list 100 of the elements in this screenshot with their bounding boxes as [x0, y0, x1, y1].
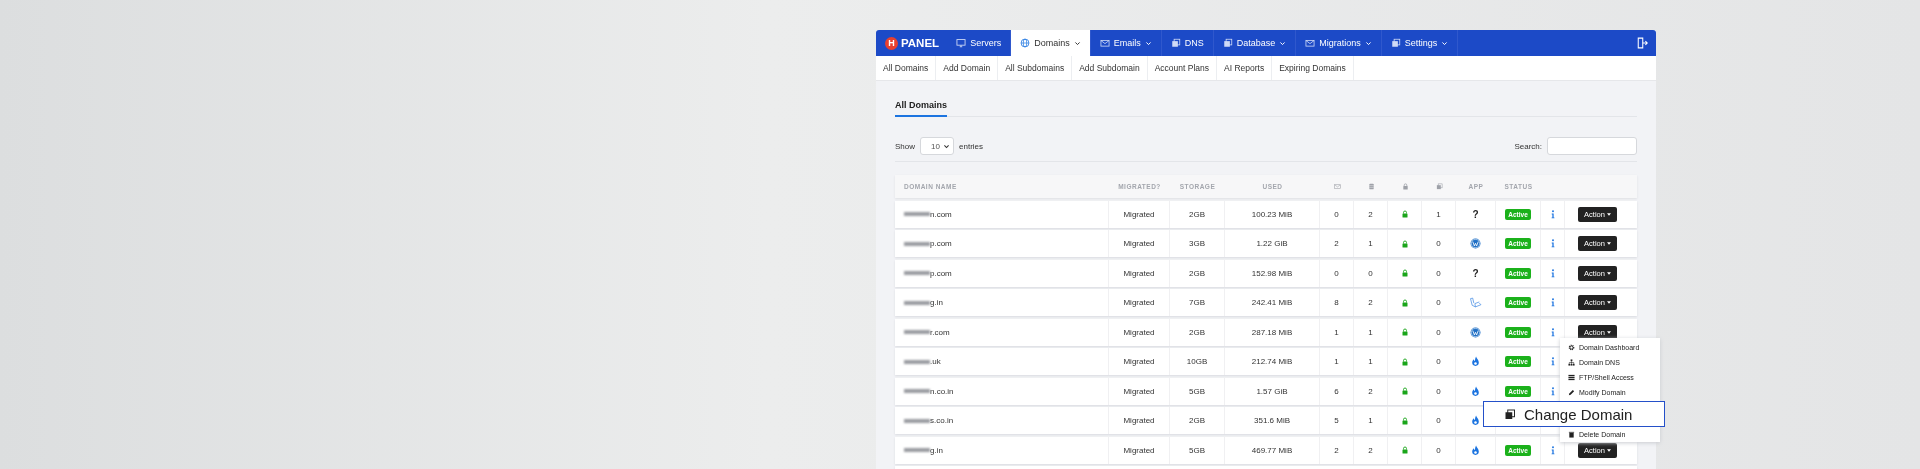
- table-cell: 1: [1368, 357, 1373, 366]
- info-icon[interactable]: [1550, 209, 1555, 219]
- table-cell: 351.6 MiB: [1254, 416, 1290, 425]
- domain-name: p.com: [930, 239, 952, 248]
- domain-name: r.com: [930, 327, 950, 337]
- entries-select[interactable]: 10: [920, 137, 954, 155]
- domain-name: .uk: [930, 357, 941, 366]
- lock-icon: [1401, 183, 1409, 190]
- subnav-link[interactable]: Add Domain: [936, 56, 999, 80]
- blurred-text: [904, 241, 930, 246]
- laravel-icon: [1468, 297, 1483, 308]
- globe-icon: [1020, 38, 1031, 48]
- table-cell: Migrated: [1123, 357, 1155, 366]
- table-cell: 0: [1368, 268, 1373, 278]
- trash-icon: [1568, 431, 1575, 438]
- table-cell: 1.57 GiB: [1256, 386, 1288, 396]
- monitor-icon: [956, 38, 967, 48]
- caret-icon: [1441, 39, 1449, 47]
- table-cell: 0: [1436, 416, 1441, 425]
- domain-name: g.in: [930, 298, 943, 307]
- stack-icon: [1170, 38, 1181, 48]
- info-icon[interactable]: [1550, 239, 1555, 248]
- table-cell: 469.77 MiB: [1251, 445, 1293, 455]
- database-icon: [1367, 183, 1375, 190]
- table-cell: 0: [1334, 209, 1339, 219]
- blurred-text: [904, 212, 930, 216]
- table-cell: Migrated: [1123, 416, 1155, 425]
- blurred-text: [904, 389, 930, 393]
- table-cell: 2: [1368, 298, 1373, 307]
- subnav-link[interactable]: Add Subdomain: [1072, 56, 1148, 80]
- flame-icon: [1470, 415, 1481, 426]
- table-cell: 0: [1436, 327, 1441, 337]
- caret-icon: [1279, 39, 1287, 47]
- table-cell: 0: [1436, 298, 1441, 307]
- table-cell: 2GB: [1189, 416, 1205, 425]
- table-cell: 0: [1436, 386, 1441, 396]
- table-cell: 0: [1436, 268, 1441, 278]
- table-cell: 2: [1334, 445, 1339, 455]
- entries-label: entries: [959, 141, 984, 151]
- nav-tab[interactable]: Domains: [1011, 30, 1091, 56]
- stack-icon: [1504, 407, 1516, 421]
- pencil-icon: [1568, 389, 1575, 396]
- table-cell: 0: [1436, 357, 1441, 366]
- sitemap-icon: [1568, 359, 1575, 366]
- subnav-link[interactable]: All Subdomains: [998, 56, 1073, 80]
- table-cell: 8: [1334, 298, 1339, 307]
- app-unknown-mark: ?: [1472, 208, 1479, 220]
- gear-icon: [1568, 344, 1575, 351]
- magnified-item-tooltip[interactable]: Change Domain: [1483, 401, 1665, 427]
- table-cell: 5GB: [1189, 445, 1205, 455]
- stack-icon: [1390, 38, 1401, 48]
- flame-icon: [1470, 356, 1481, 367]
- caret-icon: [1606, 242, 1611, 245]
- table-cell: Migrated: [1123, 209, 1155, 219]
- table-cell: 10GB: [1186, 357, 1208, 366]
- table-cell: 242.41 MiB: [1251, 298, 1293, 307]
- table-cell: 2GB: [1189, 268, 1205, 278]
- subnav-link[interactable]: Account Plans: [1147, 56, 1218, 80]
- caret-icon: [943, 142, 950, 150]
- table-cell: 2: [1368, 386, 1373, 396]
- table-cell: 1: [1334, 357, 1339, 366]
- table-cell: Migrated: [1123, 268, 1155, 278]
- info-icon[interactable]: [1550, 386, 1555, 396]
- table-cell: 3GB: [1189, 239, 1205, 248]
- caret-icon: [1606, 301, 1611, 304]
- info-icon[interactable]: [1550, 357, 1555, 366]
- table-cell: 1: [1334, 327, 1339, 337]
- table-cell: Migrated: [1123, 386, 1155, 396]
- page-tab[interactable]: All Domains: [895, 94, 947, 117]
- table-cell: 0: [1436, 239, 1441, 248]
- mail-icon: [1333, 183, 1341, 190]
- subnav-link[interactable]: AI Reports: [1217, 56, 1273, 80]
- table-cell: Migrated: [1123, 298, 1155, 307]
- logo-text: PANEL: [901, 37, 940, 49]
- flame-icon: [1470, 444, 1481, 456]
- flame-icon: [1470, 385, 1481, 397]
- info-icon[interactable]: [1550, 445, 1555, 455]
- table-cell: 2: [1368, 445, 1373, 455]
- table-cell: 212.74 MiB: [1251, 357, 1293, 366]
- table-cell: 2GB: [1189, 327, 1205, 337]
- logo-badge: H: [885, 36, 898, 50]
- blurred-text: [904, 359, 930, 364]
- info-icon[interactable]: [1550, 268, 1555, 278]
- table-cell: 0: [1436, 445, 1441, 455]
- subnav-link[interactable]: All Domains: [876, 56, 937, 80]
- search-label: Search:: [1514, 141, 1542, 151]
- info-icon[interactable]: [1550, 298, 1555, 307]
- table-cell: Migrated: [1123, 327, 1155, 337]
- logout-icon[interactable]: [1636, 37, 1648, 49]
- table-cell: 152.98 MiB: [1251, 268, 1293, 278]
- table-cell: 1: [1368, 239, 1373, 248]
- info-icon[interactable]: [1550, 327, 1555, 337]
- blurred-text: [904, 300, 930, 305]
- table-cell: 100.23 MiB: [1251, 209, 1293, 219]
- search-field[interactable]: [1547, 137, 1637, 155]
- table-cell: 5GB: [1189, 386, 1205, 396]
- table-cell: 1.22 GiB: [1256, 239, 1288, 248]
- caret-icon: [1364, 39, 1372, 47]
- caret-icon: [1606, 330, 1611, 334]
- subnav-link[interactable]: Expiring Domains: [1272, 56, 1354, 80]
